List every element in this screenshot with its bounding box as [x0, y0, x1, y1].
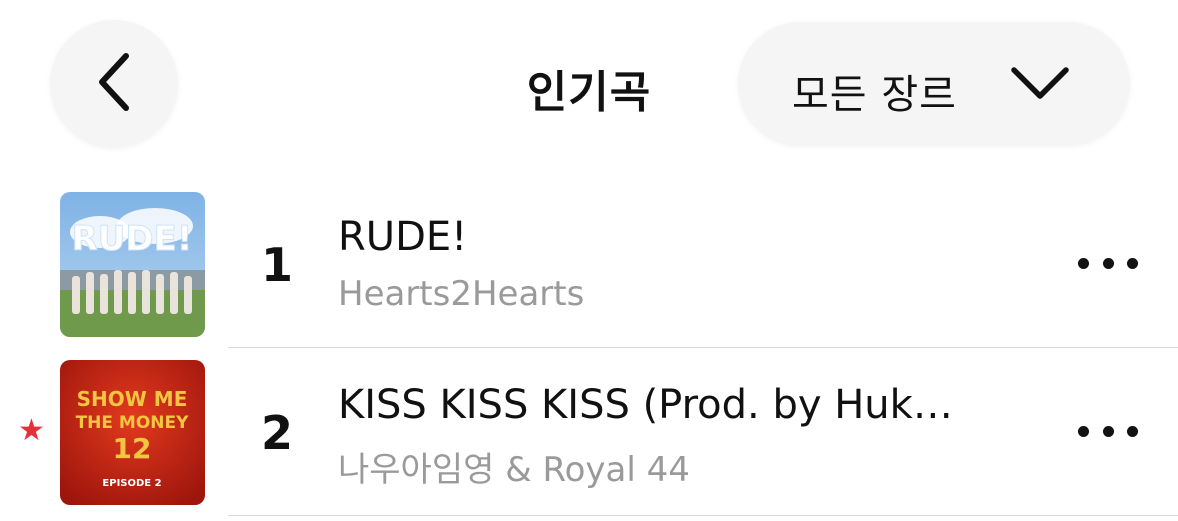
- svg-text:12: 12: [113, 432, 152, 465]
- svg-text:SHOW ME: SHOW ME: [77, 387, 188, 411]
- row-divider: [228, 347, 1178, 348]
- song-row[interactable]: RUDE! 1 RUDE! Hearts2Hearts: [0, 182, 1178, 350]
- album-art: SHOW ME THE MONEY 12 EPISODE 2: [60, 360, 205, 505]
- song-rank: 1: [260, 238, 293, 292]
- more-options-button[interactable]: [1078, 248, 1138, 278]
- song-artist: 나우아임영 & Royal 44: [338, 450, 690, 490]
- song-title: RUDE!: [338, 214, 468, 260]
- more-dot: [1127, 425, 1138, 437]
- more-dot: [1127, 257, 1138, 269]
- song-artist: Hearts2Hearts: [338, 274, 585, 314]
- more-dot: [1102, 257, 1114, 269]
- chevron-left-icon: [94, 50, 134, 118]
- row-divider: [228, 515, 1178, 516]
- svg-text:THE MONEY: THE MONEY: [76, 413, 190, 433]
- song-rank: 2: [260, 406, 293, 460]
- song-title: KISS KISS KISS (Prod. by Huk…: [338, 382, 953, 428]
- genre-filter-label: 모든 장르: [792, 72, 957, 118]
- more-options-button[interactable]: [1078, 416, 1138, 446]
- svg-text:EPISODE 2: EPISODE 2: [102, 478, 161, 489]
- chevron-down-icon: [1010, 66, 1070, 106]
- song-row[interactable]: ★ SHOW ME THE MONEY 12 EPISODE 2 2 KISS …: [0, 350, 1178, 518]
- star-icon: ★: [18, 413, 45, 448]
- genre-filter-button[interactable]: 모든 장르: [738, 22, 1130, 146]
- svg-text:RUDE!: RUDE!: [72, 219, 193, 259]
- back-button[interactable]: [50, 20, 178, 148]
- album-art: RUDE!: [60, 192, 205, 337]
- more-dot: [1078, 257, 1089, 269]
- more-dot: [1102, 425, 1114, 437]
- top-songs-screen: 인기곡 모든 장르 RUDE! 1 RUDE! Hearts2Hearts ★ …: [0, 0, 1178, 521]
- more-dot: [1078, 425, 1089, 437]
- page-title: 인기곡: [526, 67, 652, 118]
